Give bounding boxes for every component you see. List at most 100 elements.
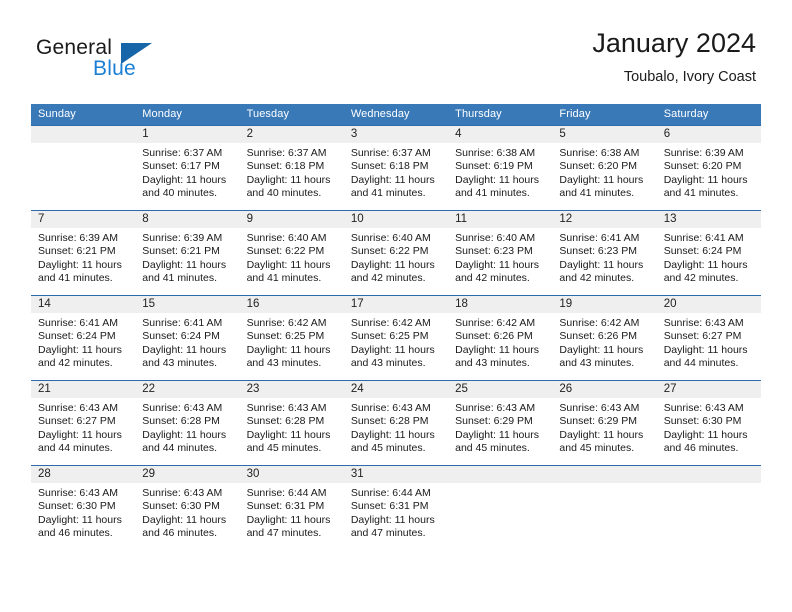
day-number: 15 [135,296,240,313]
day-number [656,466,761,483]
calendar-day-cell[interactable]: 6 Sunrise: 6:39 AM Sunset: 6:20 PM Daylight… [656,125,761,211]
sunrise-text: Sunrise: 6:43 AM [559,402,640,414]
general-blue-logo[interactable]: General Blue [36,36,216,84]
daylight-text-line2: and 41 minutes. [559,187,635,200]
calendar-day-cell[interactable]: 28 Sunrise: 6:43 AM Sunset: 6:30 PM Dayligh… [31,465,136,550]
calendar-day-cell[interactable]: 21 Sunrise: 6:43 AM Sunset: 6:27 PM Dayligh… [31,380,136,466]
calendar-day-cell[interactable]: 24 Sunrise: 6:43 AM Sunset: 6:28 PM Dayligh… [343,380,449,466]
day-details: Sunrise: 6:38 AM Sunset: 6:20 PM Daylight:… [552,143,656,201]
calendar-day-cell[interactable]: 9 Sunrise: 6:40 AM Sunset: 6:22 PM Daylight… [239,210,344,296]
day-number: 27 [656,381,761,398]
day-number: 28 [31,466,136,483]
sunrise-text: Sunrise: 6:39 AM [38,232,118,244]
day-number: 16 [239,296,344,313]
daylight-text-line2: and 46 minutes. [663,442,739,455]
daylight-text-line1: Daylight: 11 hours [455,258,539,271]
calendar-day-cell[interactable]: 5 Sunrise: 6:38 AM Sunset: 6:20 PM Daylight… [552,125,657,211]
calendar-day-cell[interactable]: 7 Sunrise: 6:39 AM Sunset: 6:21 PM Daylight… [31,210,136,296]
sunrise-text: Sunrise: 6:43 AM [350,402,431,414]
sunrise-text: Sunrise: 6:43 AM [663,402,744,414]
weekday-header-monday: Monday [135,104,240,126]
day-number: 29 [135,466,240,483]
calendar-table: Sunday Monday Tuesday Wednesday Thursday Frid… [31,104,761,550]
day-number: 25 [448,381,553,398]
sunrise-text: Sunrise: 6:41 AM [663,232,744,244]
daylight-text-line1: Daylight: 11 hours [350,258,435,271]
sunrise-text: Sunrise: 6:39 AM [142,232,223,244]
day-number: 31 [343,466,449,483]
sunset-text: Sunset: 6:20 PM [559,160,638,173]
sunset-text: Sunset: 6:17 PM [142,160,220,173]
sunset-text: Sunset: 6:23 PM [559,245,638,258]
day-number: 26 [552,381,657,398]
sunset-text: Sunset: 6:31 PM [246,500,325,513]
calendar-day-cell[interactable]: 25 Sunrise: 6:43 AM Sunset: 6:29 PM Dayligh… [448,380,553,466]
calendar-day-cell[interactable]: 16 Sunrise: 6:42 AM Sunset: 6:25 PM Dayligh… [239,295,344,381]
sunset-text: Sunset: 6:29 PM [455,415,533,428]
calendar-day-cell[interactable]: 30 Sunrise: 6:44 AM Sunset: 6:31 PM Dayligh… [239,465,344,550]
calendar-week-row: 1 Sunrise: 6:37 AM Sunset: 6:17 PM Daylight… [31,125,761,211]
calendar-day-cell[interactable]: 26 Sunrise: 6:43 AM Sunset: 6:29 PM Dayligh… [552,380,657,466]
daylight-text-line1: Daylight: 11 hours [350,513,435,526]
day-number: 10 [343,211,449,228]
daylight-text-line1: Daylight: 11 hours [559,258,644,271]
calendar-day-cell[interactable]: 4 Sunrise: 6:38 AM Sunset: 6:19 PM Daylight… [448,125,553,211]
day-number: 4 [448,126,553,143]
daylight-text-line2: and 45 minutes. [350,442,426,455]
page-title: January 2024 [592,28,756,58]
calendar-day-cell[interactable]: 18 Sunrise: 6:42 AM Sunset: 6:26 PM Dayligh… [448,295,553,381]
calendar-day-cell[interactable]: 15 Sunrise: 6:41 AM Sunset: 6:24 PM Dayligh… [135,295,240,381]
daylight-text-line1: Daylight: 11 hours [455,428,539,441]
sunrise-text: Sunrise: 6:42 AM [350,317,431,329]
calendar-day-cell[interactable]: 19 Sunrise: 6:42 AM Sunset: 6:26 PM Dayligh… [552,295,657,381]
daylight-text-line1: Daylight: 11 hours [142,343,227,356]
calendar-day-cell[interactable]: 14 Sunrise: 6:41 AM Sunset: 6:24 PM Dayligh… [31,295,136,381]
day-number: 23 [239,381,344,398]
sunset-text: Sunset: 6:21 PM [142,245,220,258]
daylight-text-line2: and 46 minutes. [38,527,113,540]
calendar-day-cell[interactable]: 23 Sunrise: 6:43 AM Sunset: 6:28 PM Dayligh… [239,380,344,466]
calendar-day-cell[interactable]: 31 Sunrise: 6:44 AM Sunset: 6:31 PM Dayligh… [343,465,449,550]
sunset-text: Sunset: 6:28 PM [142,415,220,428]
weekday-header-sunday: Sunday [31,104,136,126]
daylight-text-line1: Daylight: 11 hours [38,513,122,526]
sunset-text: Sunset: 6:28 PM [350,415,429,428]
daylight-text-line2: and 43 minutes. [350,357,426,370]
calendar-day-cell[interactable]: 13 Sunrise: 6:41 AM Sunset: 6:24 PM Dayligh… [656,210,761,296]
day-details: Sunrise: 6:43 AM Sunset: 6:28 PM Daylight:… [344,398,448,456]
daylight-text-line2: and 40 minutes. [246,187,322,200]
calendar-day-cell[interactable]: 17 Sunrise: 6:42 AM Sunset: 6:25 PM Dayligh… [343,295,449,381]
daylight-text-line2: and 45 minutes. [559,442,635,455]
daylight-text-line2: and 40 minutes. [142,187,217,200]
calendar-day-cell[interactable]: 11 Sunrise: 6:40 AM Sunset: 6:23 PM Dayligh… [448,210,553,296]
daylight-text-line2: and 42 minutes. [559,272,635,285]
calendar-day-cell[interactable]: 29 Sunrise: 6:43 AM Sunset: 6:30 PM Dayligh… [135,465,240,550]
sunrise-text: Sunrise: 6:41 AM [142,317,223,329]
calendar-day-cell[interactable]: 22 Sunrise: 6:43 AM Sunset: 6:28 PM Dayligh… [135,380,240,466]
daylight-text-line2: and 44 minutes. [663,357,739,370]
sunset-text: Sunset: 6:26 PM [455,330,533,343]
daylight-text-line1: Daylight: 11 hours [559,428,644,441]
calendar-day-cell[interactable]: 10 Sunrise: 6:40 AM Sunset: 6:22 PM Dayligh… [343,210,449,296]
day-number: 22 [135,381,240,398]
day-number: 18 [448,296,553,313]
sunrise-text: Sunrise: 6:37 AM [246,147,327,159]
calendar-day-cell[interactable]: 2 Sunrise: 6:37 AM Sunset: 6:18 PM Daylight… [239,125,344,211]
calendar-day-cell[interactable]: 1 Sunrise: 6:37 AM Sunset: 6:17 PM Daylight… [135,125,240,211]
daylight-text-line1: Daylight: 11 hours [559,343,644,356]
daylight-text-line1: Daylight: 11 hours [455,173,539,186]
calendar-day-cell[interactable]: 27 Sunrise: 6:43 AM Sunset: 6:30 PM Dayligh… [656,380,761,466]
day-details: Sunrise: 6:42 AM Sunset: 6:26 PM Daylight:… [552,313,656,371]
calendar-day-cell[interactable]: 20 Sunrise: 6:43 AM Sunset: 6:27 PM Dayligh… [656,295,761,381]
calendar-header-row: Sunday Monday Tuesday Wednesday Thursday Frid… [31,104,761,126]
daylight-text-line1: Daylight: 11 hours [246,258,331,271]
sunrise-text: Sunrise: 6:42 AM [559,317,640,329]
sunset-text: Sunset: 6:22 PM [246,245,325,258]
day-details: Sunrise: 6:43 AM Sunset: 6:30 PM Daylight:… [135,483,239,541]
day-details [657,483,761,487]
day-details: Sunrise: 6:42 AM Sunset: 6:26 PM Daylight:… [448,313,552,371]
daylight-text-line1: Daylight: 11 hours [350,428,435,441]
calendar-day-cell[interactable]: 12 Sunrise: 6:41 AM Sunset: 6:23 PM Dayligh… [552,210,657,296]
calendar-day-cell[interactable]: 8 Sunrise: 6:39 AM Sunset: 6:21 PM Daylight… [135,210,240,296]
calendar-day-cell[interactable]: 3 Sunrise: 6:37 AM Sunset: 6:18 PM Daylight… [343,125,449,211]
